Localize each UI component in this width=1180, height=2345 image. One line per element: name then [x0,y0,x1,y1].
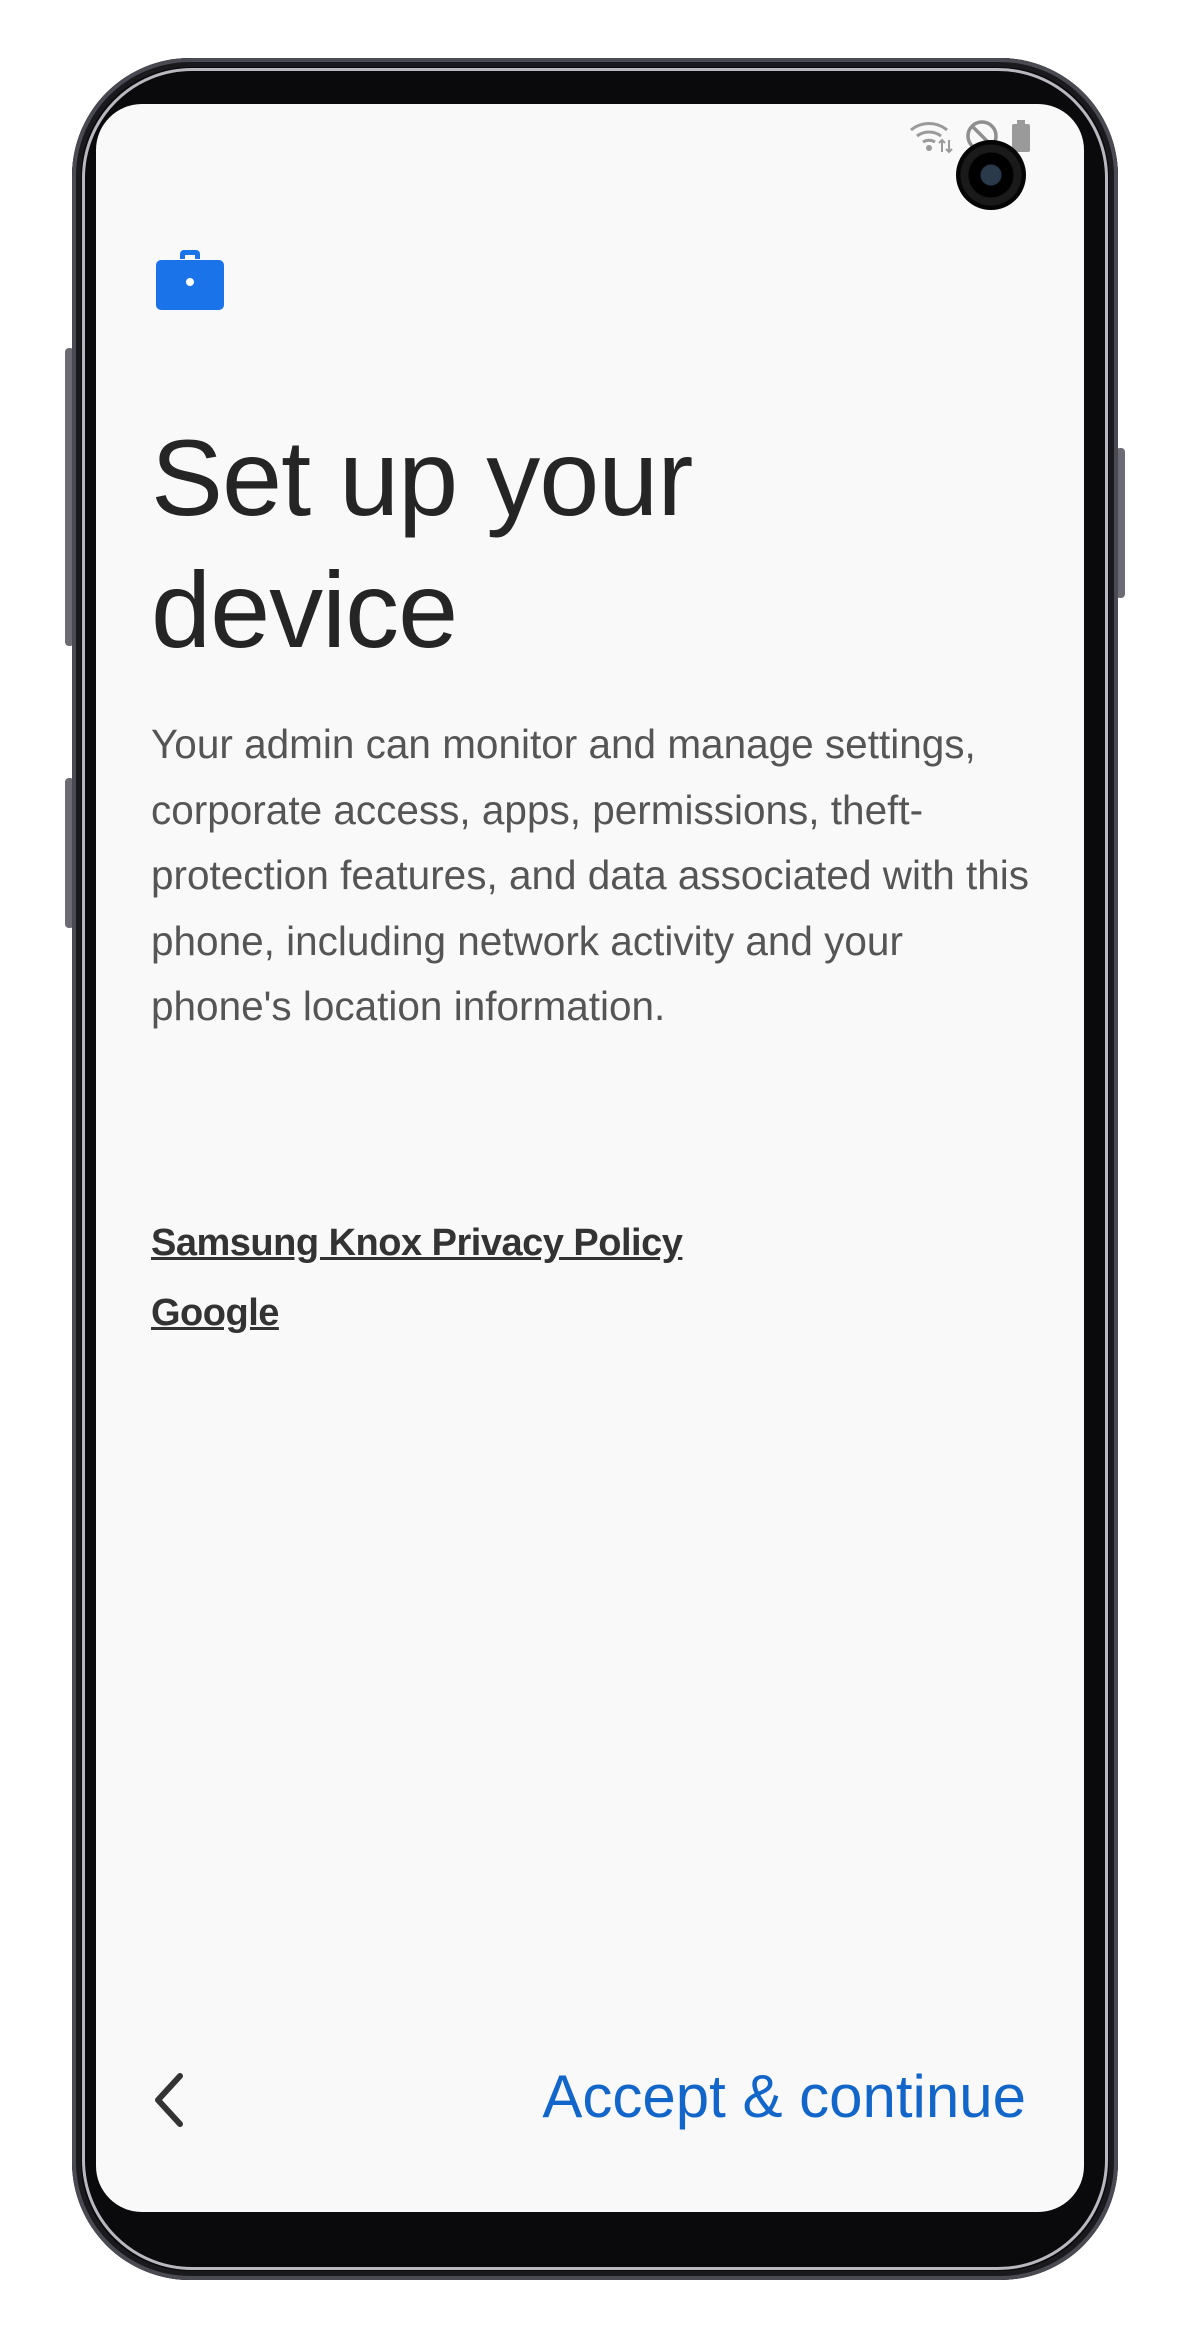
accept-continue-button[interactable]: Accept & continue [542,2062,1026,2131]
briefcase-icon [156,250,224,310]
admin-description: Your admin can monitor and manage settin… [151,721,1030,1030]
chevron-left-icon [155,2073,183,2127]
front-camera [956,140,1026,210]
page-title: Set up your device [151,417,693,670]
wifi-icon [910,122,953,154]
back-button[interactable] [136,2060,206,2140]
google-policy-link[interactable]: Google [151,1292,279,1335]
phone-screen: Set up your device Your admin can monito… [96,104,1084,2212]
knox-privacy-policy-link[interactable]: Samsung Knox Privacy Policy [151,1222,683,1265]
